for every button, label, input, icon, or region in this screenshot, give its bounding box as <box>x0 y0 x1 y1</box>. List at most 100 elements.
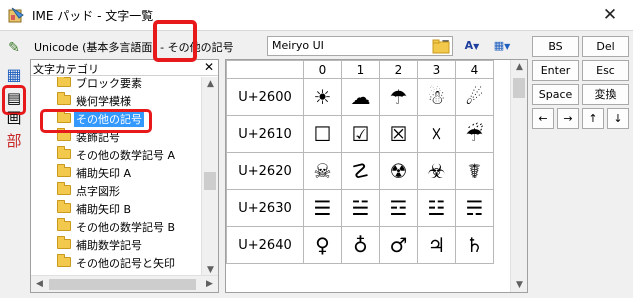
category-list: ブロック要素 幾何学模様 その他の記号 装飾記号 その他の数学記号 A 補助矢印 A 点字図… <box>31 77 201 277</box>
category-item[interactable]: 補助矢印 A <box>31 163 201 181</box>
category-item-label: その他の数学記号 B <box>76 221 176 234</box>
bs-key-button[interactable]: BS <box>532 36 579 57</box>
grid-row-code: U+2610 <box>226 115 304 153</box>
character-cell[interactable]: ☃ <box>417 78 456 116</box>
character-cell[interactable]: ☰ <box>303 189 342 227</box>
grid-scroll-down-arrow-icon[interactable]: ▼ <box>511 280 527 290</box>
convert-key-button[interactable]: 変換 <box>582 84 629 105</box>
folder-open-icon[interactable] <box>430 37 454 56</box>
scroll-down-arrow-icon[interactable]: ▼ <box>202 265 219 275</box>
enter-key-button[interactable]: Enter <box>532 60 579 81</box>
left-arrow-key-button[interactable]: ← <box>532 108 554 129</box>
character-cell[interactable]: ☴ <box>455 189 494 227</box>
category-item[interactable]: ブロック要素 <box>31 77 201 91</box>
grid-corner <box>226 60 304 79</box>
grid-column-header: 1 <box>341 60 380 79</box>
character-cell[interactable]: ☓ <box>417 115 456 153</box>
category-item[interactable]: 幾何学模様 <box>31 91 201 109</box>
character-cell[interactable]: ☲ <box>379 189 418 227</box>
grid-row-code: U+2630 <box>226 189 304 227</box>
character-cell[interactable]: ☄ <box>455 78 494 116</box>
grid-column-header: 3 <box>417 60 456 79</box>
handwriting-icon[interactable]: ✎ <box>3 37 25 59</box>
category-item[interactable]: 補助矢印 B <box>31 199 201 217</box>
character-cell[interactable]: ☁ <box>341 78 380 116</box>
character-cell[interactable]: ☂ <box>379 78 418 116</box>
category-item-label: 補助数学記号 <box>76 239 142 252</box>
grid-column-header: 4 <box>455 60 494 79</box>
window-title: IME パッド - 文字一覧 <box>32 9 154 23</box>
category-item[interactable]: その他の数学記号 A <box>31 145 201 163</box>
character-cell[interactable]: ☔ <box>455 115 494 153</box>
character-cell[interactable]: ♄ <box>455 226 494 264</box>
category-vertical-scrollbar[interactable]: ▲ ▼ <box>201 77 218 277</box>
radical-icon[interactable]: 部 <box>3 130 25 152</box>
category-item-label: 点字図形 <box>76 185 120 198</box>
category-item-label: その他の記号と矢印 <box>76 257 175 270</box>
category-item-label: ブロック要素 <box>76 77 142 90</box>
unicode-range-label: Unicode (基本多言語面) - その他の記号 <box>34 41 234 54</box>
category-item-label: 補助矢印 B <box>76 203 132 216</box>
character-cell[interactable]: ☐ <box>303 115 342 153</box>
character-cell[interactable]: ♀ <box>303 226 342 264</box>
folder-icon <box>57 236 71 249</box>
selected-char-highlight-box <box>153 20 197 62</box>
category-header-label: 文字カテゴリ <box>33 63 99 76</box>
title-bar: IME パッド - 文字一覧 ✕ <box>0 0 633 31</box>
stroke-count-icon[interactable]: 画 <box>3 107 25 129</box>
category-item[interactable]: 補助数学記号 <box>31 235 201 253</box>
character-cell[interactable]: ♁ <box>341 226 380 264</box>
ime-pad-app-icon <box>8 7 24 23</box>
character-cell[interactable]: ☒ <box>379 115 418 153</box>
font-select-value: Meiryo UI <box>272 39 324 52</box>
character-cell[interactable]: ☀ <box>303 78 342 116</box>
scroll-left-arrow-icon[interactable]: ◀ <box>31 279 48 289</box>
grid-scroll-up-arrow-icon[interactable]: ▲ <box>511 62 527 72</box>
font-select[interactable]: Meiryo UI ▼ <box>267 36 453 56</box>
character-cell[interactable]: ☠ <box>303 152 342 190</box>
window-close-button[interactable]: ✕ <box>587 0 633 31</box>
folder-icon <box>57 182 71 195</box>
esc-key-button[interactable]: Esc <box>582 60 629 81</box>
character-cell[interactable]: ☣ <box>417 152 456 190</box>
grid-column-header: 0 <box>303 60 342 79</box>
category-horizontal-scrollbar[interactable]: ◀ ▶ <box>31 275 218 292</box>
font-style-button[interactable]: A▼ <box>460 37 484 56</box>
category-scroll-thumb[interactable] <box>204 172 216 190</box>
category-item[interactable]: その他の数学記号 B <box>31 217 201 235</box>
folder-icon <box>57 77 71 87</box>
character-cell[interactable]: ♃ <box>417 226 456 264</box>
category-item-label: 幾何学模様 <box>76 95 131 108</box>
folder-icon <box>57 92 71 105</box>
char-list-icon[interactable]: ▦ <box>3 64 25 86</box>
up-arrow-key-button[interactable]: ↑ <box>582 108 604 129</box>
character-cell[interactable]: ☤ <box>455 152 494 190</box>
range-toolbar: Unicode (基本多言語面) - その他の記号 Meiryo UI ▼ A▼… <box>30 36 525 58</box>
down-arrow-key-button[interactable]: ↓ <box>607 108 629 129</box>
soft-keyboard-icon[interactable]: ▤ <box>3 87 25 109</box>
right-arrow-key-button[interactable]: → <box>557 108 579 129</box>
grid-vertical-scrollbar[interactable]: ▲ ▼ <box>510 60 527 292</box>
category-hscroll-thumb[interactable] <box>49 279 196 290</box>
pad-mode-strip: ✎ ▦ ▤ 画 部 <box>0 31 28 298</box>
character-cell[interactable]: ♂ <box>379 226 418 264</box>
character-cell[interactable]: ☳ <box>417 189 456 227</box>
del-key-button[interactable]: Del <box>582 36 629 57</box>
category-panel: 文字カテゴリ ✕ ブロック要素 幾何学模様 その他の記号 装飾記号 その他の数学記号 A… <box>30 59 219 293</box>
character-cell[interactable]: ☱ <box>341 189 380 227</box>
space-key-button[interactable]: Space <box>532 84 579 105</box>
character-cell[interactable]: ☢ <box>379 152 418 190</box>
character-cell[interactable]: ☑ <box>341 115 380 153</box>
grid-row-code: U+2600 <box>226 78 304 116</box>
category-close-button[interactable]: ✕ <box>204 60 214 74</box>
grid-row-code: U+2620 <box>226 152 304 190</box>
grid-scroll-thumb[interactable] <box>513 78 525 98</box>
character-cell[interactable]: ☡ <box>341 152 380 190</box>
folder-icon <box>57 146 71 159</box>
character-grid: 0 1 2 3 4 U+2600 ☀ ☁ ☂ ☃ ☄ U+2610 ☐ ☑ ☒ ☓ ☔ U+2620 ☠ ☡ ☢ ☣ ☤ U+… <box>226 60 494 264</box>
view-options-button[interactable]: ▦▼ <box>488 37 516 56</box>
scroll-right-arrow-icon[interactable]: ▶ <box>201 279 218 289</box>
category-item[interactable]: その他の記号と矢印 <box>31 253 201 271</box>
scroll-up-arrow-icon[interactable]: ▲ <box>202 79 219 89</box>
category-item[interactable]: 点字図形 <box>31 181 201 199</box>
